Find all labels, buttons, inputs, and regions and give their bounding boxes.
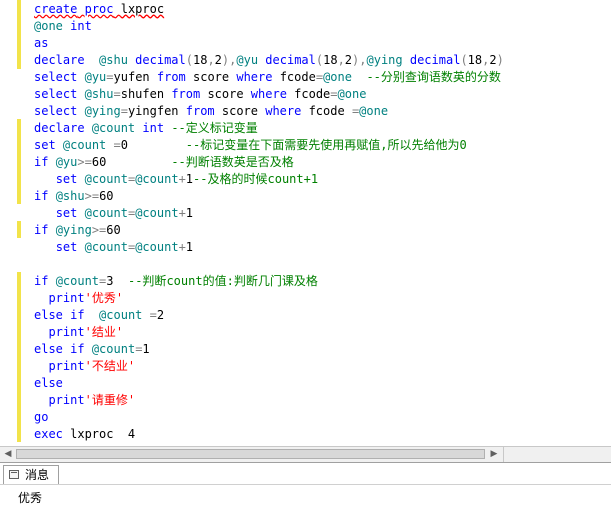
code-line: if @shu>=60 bbox=[34, 189, 114, 203]
code-line: print'不结业' bbox=[48, 359, 136, 373]
scrollbar-thumb[interactable] bbox=[16, 449, 485, 459]
code-line: @one int bbox=[34, 19, 92, 33]
results-tab-bar: 消息 bbox=[0, 462, 611, 485]
change-marker bbox=[17, 272, 21, 425]
code-line: select @yu=yufen from score where fcode=… bbox=[34, 70, 501, 84]
code-line: set @count=@count+1 bbox=[55, 206, 194, 220]
scroll-left-icon[interactable]: ◀ bbox=[2, 449, 14, 460]
code-line: select @shu=shufen from score where fcod… bbox=[34, 87, 367, 101]
code-line: set @count=@count+1--及格的时候count+1 bbox=[55, 172, 319, 186]
code-line: print'优秀' bbox=[48, 291, 124, 305]
code-line: if @yu>=60 --判断语数英是否及格 bbox=[34, 155, 294, 169]
sql-editor[interactable]: create proc lxproc @one int as declare @… bbox=[0, 0, 611, 446]
change-marker bbox=[17, 153, 21, 187]
code-line: if @count=3 --判断count的值:判断几门课及格 bbox=[34, 274, 318, 288]
change-marker bbox=[17, 0, 21, 69]
change-marker bbox=[17, 119, 21, 153]
editor-gutter bbox=[0, 0, 24, 446]
scroll-right-icon[interactable]: ▶ bbox=[488, 449, 500, 460]
code-line: go bbox=[34, 410, 49, 424]
code-line: as bbox=[34, 36, 49, 50]
code-line: set @count=@count+1 bbox=[55, 240, 194, 254]
change-marker bbox=[17, 187, 21, 204]
message-icon bbox=[9, 470, 19, 479]
code-line: declare @shu decimal(18,2),@yu decimal(1… bbox=[34, 53, 504, 67]
tab-messages-label: 消息 bbox=[25, 468, 50, 482]
code-line: set @count =0 --标记变量在下面需要先使用再赋值,所以先给他为0 bbox=[34, 138, 467, 152]
code-line: else bbox=[34, 376, 63, 390]
code-line: if @ying>=60 bbox=[34, 223, 121, 237]
change-marker bbox=[17, 425, 21, 442]
code-line: else if @count=1 bbox=[34, 342, 150, 356]
code-line: exec lxproc 4 bbox=[34, 427, 136, 441]
messages-pane: 优秀 bbox=[0, 484, 611, 514]
tab-messages[interactable]: 消息 bbox=[3, 465, 59, 485]
change-marker bbox=[17, 221, 21, 238]
code-line: declare @count int --定义标记变量 bbox=[34, 121, 258, 135]
scrollbar-corner-divider bbox=[503, 447, 504, 463]
code-line: print'请重修' bbox=[48, 393, 136, 407]
code-line: else if @count =2 bbox=[34, 308, 165, 322]
result-message: 优秀 bbox=[18, 491, 43, 505]
horizontal-scrollbar[interactable]: ◀ ▶ bbox=[0, 446, 611, 463]
code-line: create proc lxproc bbox=[34, 2, 165, 16]
code-line: print'结业' bbox=[48, 325, 124, 339]
code-line: select @ying=yingfen from score where fc… bbox=[34, 104, 389, 118]
